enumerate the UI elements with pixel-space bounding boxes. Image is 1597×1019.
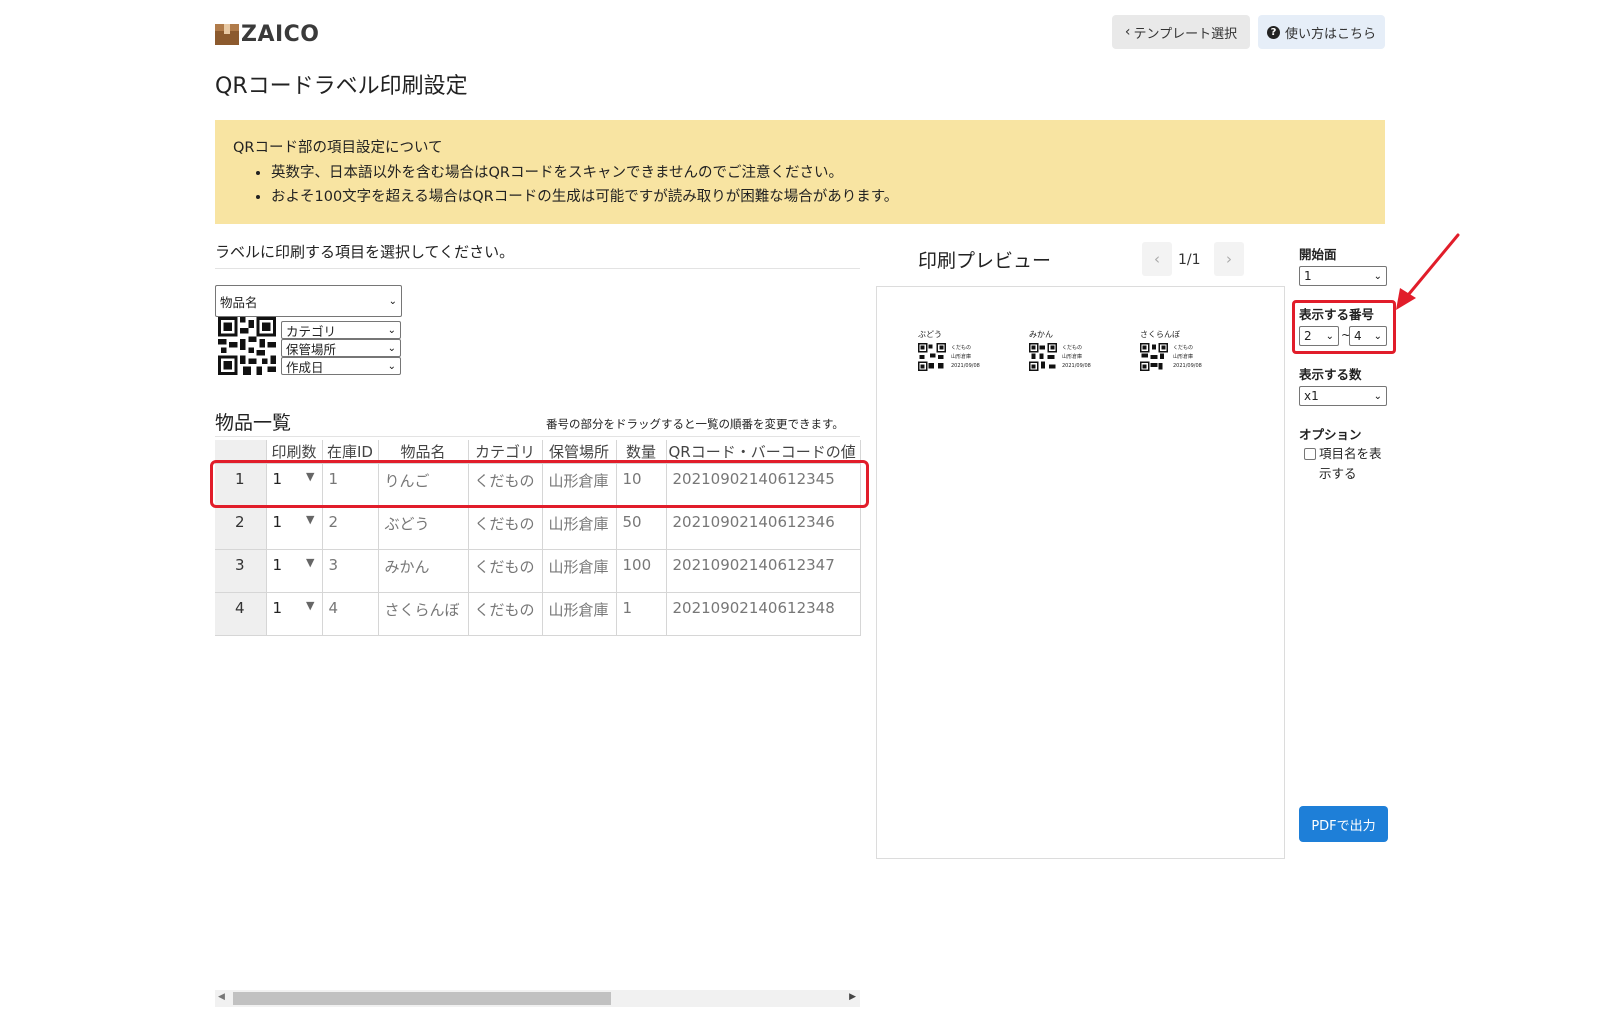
code-cell: 20210902140612348 [666, 592, 861, 636]
logo-text: ZAICO [241, 21, 320, 47]
qr-code-icon [918, 343, 946, 371]
chevron-down-icon: ⌄ [1373, 270, 1382, 282]
label-date: 2021/09/08 [1062, 363, 1091, 369]
red-arrow-annotation [1396, 233, 1460, 310]
print-count-select[interactable]: 1 ▼ [266, 592, 323, 636]
start-position-label: 開始面 [1299, 247, 1337, 262]
field-instruction: ラベルに印刷する項目を選択してください。 [215, 243, 515, 261]
qr-field-select-date[interactable]: 作成日 ⌄ [281, 357, 401, 375]
label-category: くだもの [1173, 345, 1194, 351]
label-name: ぶどう [918, 330, 942, 339]
row-drag-handle[interactable]: 2 [215, 506, 267, 550]
row-highlight-annotation [210, 460, 869, 508]
chevron-right-icon: › [1226, 250, 1232, 268]
chevron-left-icon: ‹ [1124, 24, 1131, 40]
triangle-down-icon: ▼ [306, 555, 315, 569]
preview-page-indicator: 1/1 [1178, 252, 1201, 268]
print-count-select[interactable]: 1 ▼ [266, 549, 323, 593]
name-cell: みかん [378, 549, 469, 593]
qr-code-icon [1140, 343, 1168, 371]
qr-field-select-location[interactable]: 保管場所 ⌄ [281, 339, 401, 357]
table-row[interactable]: 3 1 ▼ 3 みかん くだもの 山形倉庫 100 202109021406123… [215, 549, 861, 593]
chevron-down-icon: ⌄ [387, 324, 396, 336]
table-horizontal-scrollbar[interactable]: ◀ ▶ [215, 990, 860, 1007]
chevron-down-icon: ⌄ [388, 295, 397, 307]
display-count-select[interactable]: x1 ⌄ [1299, 386, 1387, 406]
name-cell: ぶどう [378, 506, 469, 550]
qr-code-icon [218, 317, 276, 375]
code-cell: 20210902140612346 [666, 506, 861, 550]
preview-label: みかん くだもの 山形倉庫 2021/09/08 [1029, 329, 1119, 379]
quantity-cell: 50 [616, 506, 667, 550]
pdf-export-button[interactable]: PDFで出力 [1299, 806, 1388, 842]
label-date: 2021/09/08 [951, 363, 980, 369]
preview-label: ぶどう くだもの 山形倉庫 2021/09/08 [918, 329, 1008, 379]
label-date: 2021/09/08 [1173, 363, 1202, 369]
scrollbar-thumb[interactable] [233, 992, 611, 1005]
label-location: 山形倉庫 [951, 354, 972, 360]
notice-title: QRコード部の項目設定について [233, 140, 443, 156]
quantity-cell: 1 [616, 592, 667, 636]
label-name: さくらんぼ [1140, 330, 1180, 339]
divider [215, 268, 860, 269]
chevron-down-icon: ⌄ [1373, 390, 1382, 402]
category-cell: くだもの [468, 506, 543, 550]
notice-item: およそ100文字を超える場合はQRコードの生成は可能ですが読み取りが困難な場合が… [271, 185, 1369, 209]
triangle-down-icon: ▼ [306, 512, 315, 526]
table-row[interactable]: 2 1 ▼ 2 ぶどう くだもの 山形倉庫 50 2021090214061234… [215, 506, 861, 550]
category-cell: くだもの [468, 592, 543, 636]
triangle-down-icon: ▼ [306, 598, 315, 612]
template-select-button[interactable]: ‹ テンプレート選択 [1112, 15, 1250, 49]
location-cell: 山形倉庫 [542, 592, 617, 636]
label-name: みかん [1029, 330, 1053, 339]
name-field-select[interactable]: 物品名 ⌄ [215, 285, 402, 317]
chevron-left-icon: ‹ [1154, 250, 1160, 268]
row-drag-handle[interactable]: 3 [215, 549, 267, 593]
help-button[interactable]: ? 使い方はこちら [1258, 15, 1385, 49]
option-label: オプション [1299, 427, 1362, 442]
preview-next-button[interactable]: › [1214, 242, 1244, 276]
print-count-select[interactable]: 1 ▼ [266, 506, 323, 550]
code-cell: 20210902140612347 [666, 549, 861, 593]
preview-prev-button[interactable]: ‹ [1142, 242, 1172, 276]
label-category: くだもの [1062, 345, 1083, 351]
qr-code-icon [1029, 343, 1057, 371]
show-field-names-label[interactable]: 項目名を表示する [1319, 444, 1389, 484]
location-cell: 山形倉庫 [542, 506, 617, 550]
quantity-cell: 100 [616, 549, 667, 593]
display-count-label: 表示する数 [1299, 367, 1362, 382]
chevron-down-icon: ⌄ [387, 360, 396, 372]
item-list-hint: 番号の部分をドラッグすると一覧の順番を変更できます。 [546, 417, 844, 431]
start-position-select[interactable]: 1 ⌄ [1299, 266, 1387, 286]
scroll-left-icon[interactable]: ◀ [218, 992, 225, 1002]
question-icon: ? [1266, 25, 1280, 39]
qr-field-select-category[interactable]: カテゴリ ⌄ [281, 321, 401, 339]
print-preview-sheet: ぶどう くだもの 山形倉庫 2021/09/08 みかん くだもの 山形倉庫 2… [876, 286, 1285, 859]
label-category: くだもの [951, 345, 972, 351]
row-drag-handle[interactable]: 4 [215, 592, 267, 636]
notice-list: 英数字、日本語以外を含む場合はQRコードをスキャンできませんのでご注意ください。… [231, 161, 1369, 209]
name-cell: さくらんぼ [378, 592, 469, 636]
notice-item: 英数字、日本語以外を含む場合はQRコードをスキャンできませんのでご注意ください。 [271, 161, 1369, 185]
box-icon [215, 22, 239, 46]
stock-id-cell: 3 [322, 549, 379, 593]
qr-notice-box: QRコード部の項目設定について 英数字、日本語以外を含む場合はQRコードをスキャ… [215, 120, 1385, 224]
zaico-logo[interactable]: ZAICO [215, 20, 320, 48]
table-row[interactable]: 4 1 ▼ 4 さくらんぼ くだもの 山形倉庫 1 202109021406123… [215, 592, 861, 636]
label-location: 山形倉庫 [1173, 354, 1194, 360]
label-location: 山形倉庫 [1062, 354, 1083, 360]
number-highlight-annotation [1292, 300, 1396, 354]
preview-label: さくらんぼ くだもの 山形倉庫 2021/09/08 [1140, 329, 1230, 379]
category-cell: くだもの [468, 549, 543, 593]
location-cell: 山形倉庫 [542, 549, 617, 593]
stock-id-cell: 2 [322, 506, 379, 550]
show-field-names-checkbox[interactable] [1304, 448, 1316, 460]
scroll-right-icon[interactable]: ▶ [849, 992, 856, 1002]
page-title: QRコードラベル印刷設定 [215, 74, 468, 99]
divider [215, 436, 860, 437]
preview-title: 印刷プレビュー [918, 250, 1052, 272]
stock-id-cell: 4 [322, 592, 379, 636]
chevron-down-icon: ⌄ [387, 342, 396, 354]
item-list-title: 物品一覧 [215, 412, 292, 434]
